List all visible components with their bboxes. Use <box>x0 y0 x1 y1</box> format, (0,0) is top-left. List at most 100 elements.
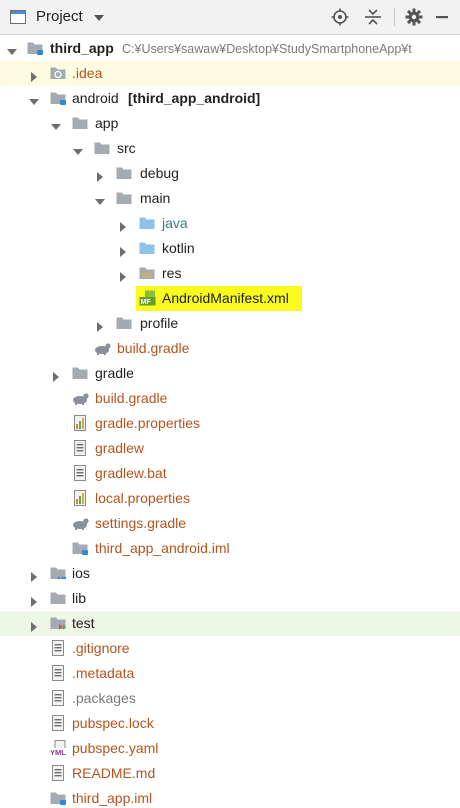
tree-row-profile[interactable]: profile <box>0 311 460 336</box>
tree-row-gradlew[interactable]: gradlew <box>0 436 460 461</box>
chevron-right-icon[interactable] <box>29 594 39 607</box>
tree-row-test[interactable]: test <box>0 611 460 636</box>
chevron-right-icon[interactable] <box>29 69 39 82</box>
project-view-title[interactable]: Project <box>36 8 83 26</box>
text-file-icon <box>72 465 89 481</box>
tree-label: java <box>162 215 188 231</box>
folder-icon <box>116 190 133 206</box>
tree-row-app[interactable]: app <box>0 111 460 136</box>
crosshair-icon[interactable] <box>331 8 349 26</box>
svg-text:MF: MF <box>141 299 152 306</box>
tree-row-debug[interactable]: debug <box>0 161 460 186</box>
tree-label: gradle.properties <box>95 415 201 431</box>
tree-label: gradlew.bat <box>95 465 167 481</box>
project-view-icon <box>10 10 26 24</box>
svg-text:YML: YML <box>50 748 66 756</box>
chevron-right-icon[interactable] <box>51 369 61 382</box>
tree-label: build.gradle <box>95 390 168 406</box>
tree-row-idea[interactable]: .idea <box>0 61 460 86</box>
tree-row-readme[interactable]: README.md <box>0 761 460 786</box>
tree-row-android-manifest[interactable]: MF AndroidManifest.xml <box>0 286 460 311</box>
tree-row-gradle-properties[interactable]: gradle.properties <box>0 411 460 436</box>
tree-label: pubspec.yaml <box>72 740 159 756</box>
folder-icon <box>116 315 133 331</box>
source-folder-icon <box>139 240 156 256</box>
project-tool-window: Project third_app C:¥Users¥sawaw¥Desktop… <box>0 0 460 808</box>
test-folder-icon <box>50 615 67 631</box>
chevron-right-icon[interactable] <box>118 244 128 257</box>
collapse-all-icon[interactable] <box>364 8 382 26</box>
tree-label: lib <box>72 590 87 606</box>
tree-row-android[interactable]: android [third_app_android] <box>0 86 460 111</box>
text-file-icon <box>50 640 67 656</box>
chevron-down-icon[interactable] <box>93 11 105 23</box>
iml-file-icon <box>50 790 67 806</box>
tree-row-lib[interactable]: lib <box>0 586 460 611</box>
tree-label: gradlew <box>95 440 145 456</box>
minimize-icon[interactable] <box>433 8 451 26</box>
tree-row-local-properties[interactable]: local.properties <box>0 486 460 511</box>
tree-label: gradle <box>95 365 134 381</box>
module-folder-icon <box>50 565 67 581</box>
folder-icon <box>72 115 89 131</box>
tree-row-build-gradle[interactable]: build.gradle <box>0 386 460 411</box>
chevron-right-icon[interactable] <box>118 219 128 232</box>
tree-label: .gitignore <box>72 640 130 656</box>
gradle-icon <box>94 340 111 356</box>
toolbar-separator <box>394 8 395 26</box>
module-folder-icon <box>50 90 67 106</box>
chevron-right-icon[interactable] <box>29 569 39 582</box>
tree-row-ios[interactable]: ios <box>0 561 460 586</box>
tree-row-settings-gradle[interactable]: settings.gradle <box>0 511 460 536</box>
iml-file-icon <box>72 540 89 556</box>
tree-label: .packages <box>72 690 136 706</box>
tree-row-kotlin[interactable]: kotlin <box>0 236 460 261</box>
project-path: C:¥Users¥sawaw¥Desktop¥StudySmartphoneAp… <box>122 42 412 56</box>
chevron-right-icon[interactable] <box>118 269 128 282</box>
tree-row-third-app[interactable]: third_app C:¥Users¥sawaw¥Desktop¥StudySm… <box>0 36 460 61</box>
folder-icon <box>50 590 67 606</box>
tree-row-gradlew-bat[interactable]: gradlew.bat <box>0 461 460 486</box>
tree-row-gradle-folder[interactable]: gradle <box>0 361 460 386</box>
tree-label: local.properties <box>95 490 190 506</box>
gradle-icon <box>72 515 89 531</box>
tree-label: app <box>95 115 119 131</box>
tree-row-app-build-gradle[interactable]: build.gradle <box>0 336 460 361</box>
chevron-down-icon[interactable] <box>73 144 83 155</box>
tree-row-res[interactable]: res <box>0 261 460 286</box>
tree-row-gitignore[interactable]: .gitignore <box>0 636 460 661</box>
chevron-down-icon[interactable] <box>51 119 61 130</box>
tree-label: settings.gradle <box>95 515 187 531</box>
tree-label: build.gradle <box>117 340 190 356</box>
chevron-right-icon[interactable] <box>95 169 105 182</box>
tree-row-main[interactable]: main <box>0 186 460 211</box>
tree-label: ios <box>72 565 90 581</box>
tree-row-java[interactable]: java <box>0 211 460 236</box>
tree-row-android-iml[interactable]: third_app_android.iml <box>0 536 460 561</box>
chevron-down-icon[interactable] <box>7 44 17 55</box>
chevron-down-icon[interactable] <box>29 94 39 105</box>
tree-label: third_app <box>50 40 114 56</box>
markdown-file-icon <box>50 765 67 781</box>
tree-row-pubspec-yaml[interactable]: YML pubspec.yaml <box>0 736 460 761</box>
tree-label: .idea <box>72 65 103 81</box>
tree-label: third_app_android.iml <box>95 540 230 556</box>
module-name: [third_app_android] <box>128 90 261 106</box>
properties-file-icon <box>72 415 89 431</box>
gear-icon[interactable] <box>405 8 423 26</box>
tree-label: third_app.iml <box>72 790 153 806</box>
tree-label: main <box>140 190 171 206</box>
text-file-icon <box>50 715 67 731</box>
tree-row-pubspec-lock[interactable]: pubspec.lock <box>0 711 460 736</box>
tree-row-packages[interactable]: .packages <box>0 686 460 711</box>
tree-row-app-iml[interactable]: third_app.iml <box>0 786 460 808</box>
chevron-right-icon[interactable] <box>95 319 105 332</box>
chevron-down-icon[interactable] <box>95 194 105 205</box>
project-tree: third_app C:¥Users¥sawaw¥Desktop¥StudySm… <box>0 35 460 808</box>
tree-row-src[interactable]: src <box>0 136 460 161</box>
tree-label: README.md <box>72 765 156 781</box>
chevron-right-icon[interactable] <box>29 619 39 632</box>
tree-label: kotlin <box>162 240 195 256</box>
tree-row-metadata[interactable]: .metadata <box>0 661 460 686</box>
folder-icon <box>72 365 89 381</box>
